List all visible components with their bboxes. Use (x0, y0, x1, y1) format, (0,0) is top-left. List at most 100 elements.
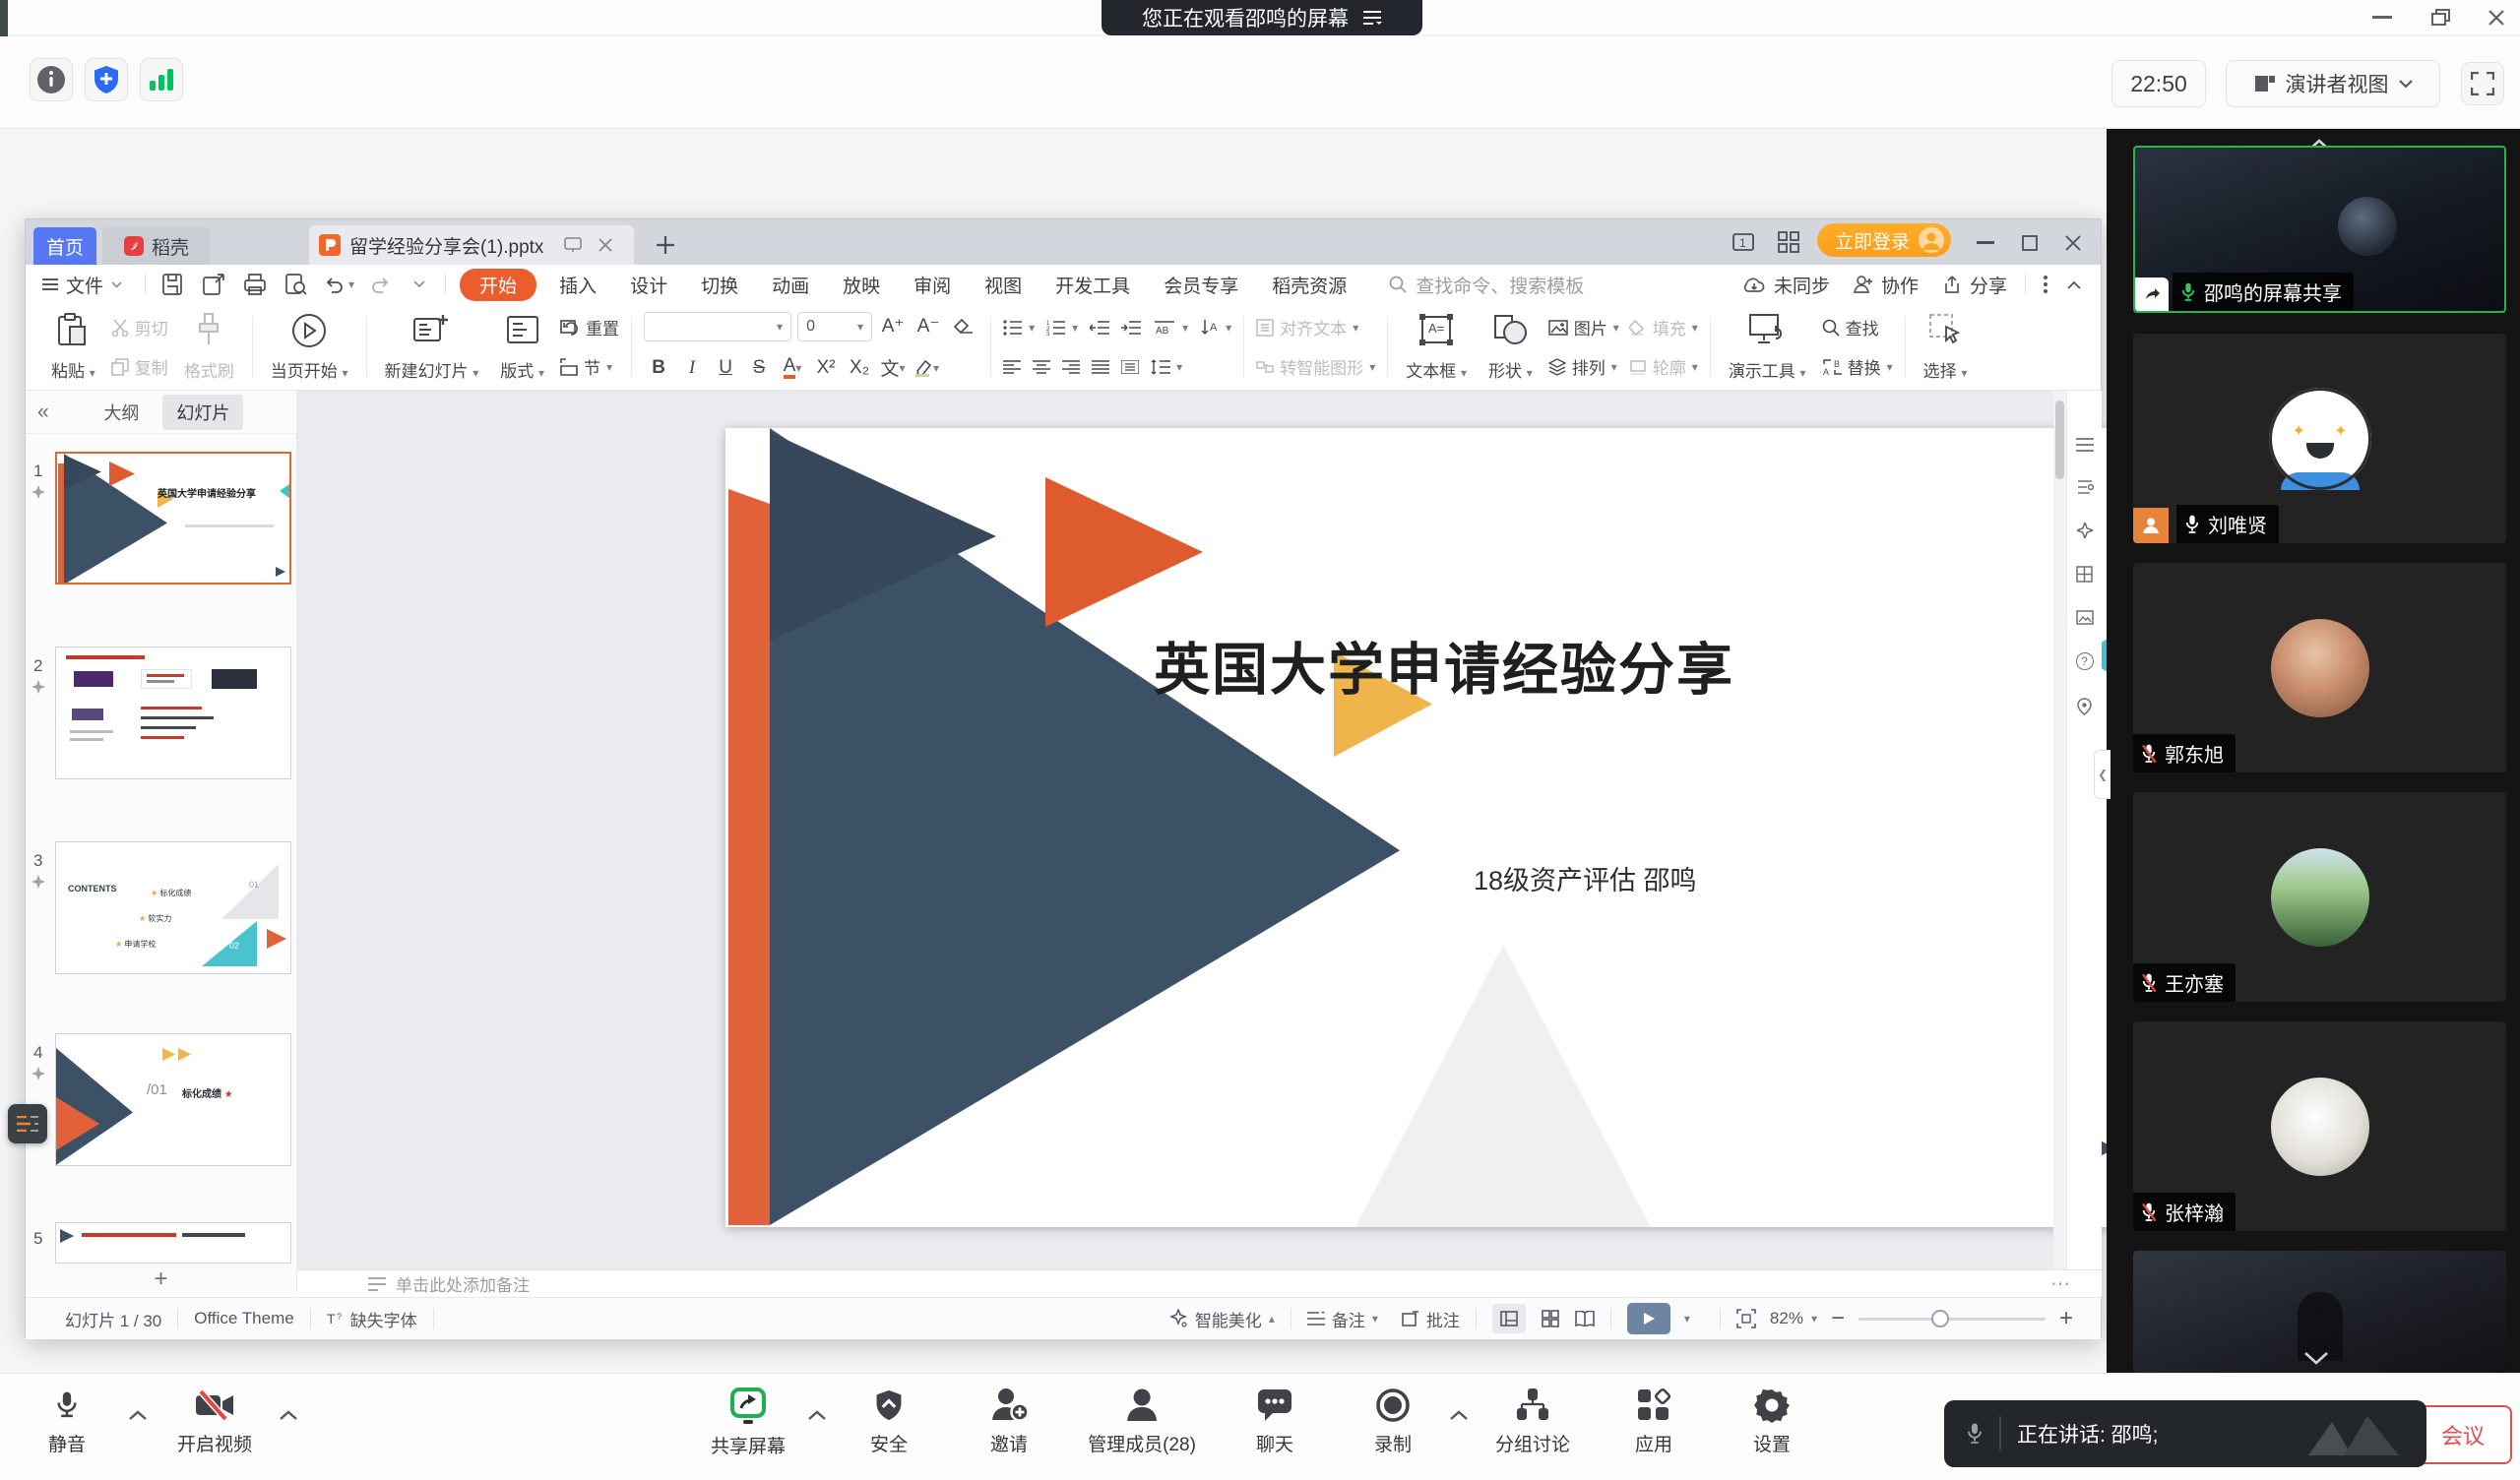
scrollbar-thumb[interactable] (2055, 401, 2064, 479)
slide-thumbnail-5[interactable] (55, 1222, 291, 1264)
increase-font-button[interactable]: A⁺ (878, 312, 908, 341)
bold-button[interactable]: B (644, 353, 673, 383)
quickbar-more-icon[interactable] (413, 280, 425, 288)
align-center-button[interactable] (1033, 351, 1050, 383)
redo-button[interactable] (370, 275, 392, 294)
save-button[interactable] (161, 274, 183, 295)
security-button[interactable]: 安全 (870, 1388, 908, 1456)
slide-subtitle[interactable]: 18级资产评估 邵鸣 (1474, 859, 1697, 897)
participant-tile-3[interactable]: 郭东旭 (2133, 563, 2506, 772)
zoom-level[interactable]: 82% (1770, 1309, 1803, 1328)
window-restore-button[interactable] (2420, 3, 2463, 32)
workspace-grid-icon[interactable] (1778, 231, 1799, 253)
collapse-ribbon-icon[interactable] (2067, 280, 2081, 289)
fill-button[interactable]: 填充 ▾ (1629, 312, 1698, 343)
presentation-tools-button[interactable]: 演示工具 ▾ (1723, 310, 1812, 385)
cut-button[interactable]: 剪切 (111, 312, 168, 343)
banner-menu-icon[interactable] (1362, 10, 1382, 26)
start-video-button[interactable]: 开启视频 (177, 1388, 252, 1456)
font-size-combo[interactable]: 0▾ (797, 312, 872, 341)
participant-tile-4[interactable]: 王亦塞 (2133, 792, 2506, 1002)
outline-button[interactable]: 轮廓 ▾ (1629, 351, 1698, 383)
replace-button[interactable]: AB 替换 ▾ (1822, 351, 1893, 383)
record-options-chevron[interactable] (1449, 1409, 1469, 1421)
zoom-in-button[interactable]: + (2059, 1305, 2073, 1332)
menu-tab-design[interactable]: 设计 (613, 269, 684, 300)
slideshow-options-caret[interactable]: ▾ (1684, 1313, 1690, 1325)
print-button[interactable] (244, 274, 266, 295)
section-button[interactable]: 节 ▾ (560, 351, 619, 383)
subscript-button[interactable]: X₂ (845, 353, 874, 383)
undo-button[interactable]: ▾ (323, 275, 354, 294)
picture-button[interactable]: 图片 ▾ (1548, 312, 1619, 343)
zoom-slider-thumb[interactable] (1931, 1310, 1949, 1327)
menu-tab-review[interactable]: 审阅 (897, 269, 968, 300)
meeting-info-button[interactable] (30, 58, 73, 101)
login-button[interactable]: 立即登录 (1817, 223, 1951, 257)
share-screen-button[interactable]: 共享屏幕 (711, 1388, 786, 1458)
wps-tab-docer[interactable]: 稻壳 (102, 227, 211, 265)
slide-thumbnail-2[interactable] (55, 647, 291, 779)
settings-button[interactable]: 设置 (1753, 1388, 1791, 1456)
current-slide[interactable]: 英国大学申请经验分享 18级资产评估 邵鸣 (725, 428, 2143, 1227)
outline-float-button[interactable] (8, 1104, 47, 1143)
breakout-rooms-button[interactable]: 分组讨论 (1495, 1388, 1570, 1456)
fullscreen-button[interactable] (2461, 62, 2504, 105)
paste-button[interactable]: 粘贴 ▾ (45, 310, 101, 385)
convert-smartart-button[interactable]: 转智能图形 ▾ (1256, 351, 1375, 383)
tab-pin-icon[interactable] (564, 237, 582, 253)
font-family-combo[interactable]: ▾ (644, 312, 791, 341)
reset-slide-button[interactable]: 重置 (560, 312, 619, 343)
share-options-chevron[interactable] (807, 1409, 827, 1421)
participant-tile-6[interactable] (2133, 1251, 2506, 1373)
arrange-button[interactable]: 排列 ▾ (1548, 351, 1619, 383)
text-direction-button[interactable]: A▾ (1200, 312, 1231, 343)
video-options-chevron[interactable] (279, 1409, 298, 1421)
menu-tab-member[interactable]: 会员专享 (1147, 269, 1255, 300)
print-preview-button[interactable] (285, 274, 307, 295)
textbox-button[interactable]: A= 文本框 ▾ (1400, 310, 1473, 385)
find-button[interactable]: 查找 (1822, 312, 1893, 343)
wps-minimize-button[interactable] (1977, 241, 1994, 245)
numbering-button[interactable]: 123▾ (1046, 312, 1078, 343)
command-search[interactable]: 查找命令、搜索模板 (1389, 272, 1584, 298)
scroll-down-icon[interactable] (2303, 1351, 2329, 1365)
apps-button[interactable]: 应用 (1635, 1388, 1672, 1456)
distribute-button[interactable] (1121, 351, 1139, 383)
normal-view-button[interactable] (1492, 1304, 1526, 1333)
phonetic-guide-button[interactable]: 文▾ (878, 353, 908, 383)
strikethrough-button[interactable]: S (744, 353, 774, 383)
align-left-button[interactable] (1003, 351, 1021, 383)
sidebar-collapse-handle[interactable]: ❮ (2094, 750, 2110, 799)
align-text-button[interactable]: 对齐文本 ▾ (1256, 312, 1375, 343)
network-quality-button[interactable] (140, 58, 183, 101)
location-pane-icon[interactable] (2077, 698, 2092, 715)
view-mode-selector[interactable]: 演讲者视图 (2226, 60, 2440, 107)
slide-thumbnail-1[interactable]: 英国大学申请经验分享 (55, 452, 291, 585)
clear-format-button[interactable] (949, 312, 978, 341)
theme-name[interactable]: Office Theme (194, 1309, 293, 1328)
meeting-security-status-button[interactable] (85, 58, 128, 101)
window-close-button[interactable] (2475, 3, 2518, 32)
collapse-panel-button[interactable]: « (37, 401, 49, 424)
underline-button[interactable]: U (711, 353, 740, 383)
fit-slide-icon[interactable] (1736, 1309, 1756, 1328)
menu-tab-transition[interactable]: 切换 (684, 269, 755, 300)
notes-placeholder[interactable]: 单击此处添加备注 (396, 1271, 530, 1296)
mute-options-chevron[interactable] (128, 1409, 148, 1421)
slide-title[interactable]: 英国大学申请经验分享 (1149, 625, 1739, 706)
slide-layout-button[interactable]: 版式 ▾ (494, 310, 550, 385)
smart-beautify-button[interactable]: 智能美化▴ (1168, 1307, 1275, 1331)
menu-tab-devtools[interactable]: 开发工具 (1039, 269, 1147, 300)
italic-button[interactable]: I (677, 353, 707, 383)
missing-font-warning[interactable]: T? 缺失字体 (327, 1307, 417, 1331)
chat-button[interactable]: 聊天 (1256, 1388, 1293, 1456)
window-minimize-button[interactable] (2361, 3, 2404, 32)
play-from-current-button[interactable]: 当页开始 ▾ (265, 310, 354, 385)
participant-tile-2[interactable]: ✦ ✦ 刘唯贤 (2133, 334, 2506, 543)
mute-button[interactable]: 静音 (48, 1388, 86, 1456)
menu-tab-docer-res[interactable]: 稻壳资源 (1255, 269, 1363, 300)
slideshow-button[interactable] (1627, 1303, 1670, 1334)
increase-indent-button[interactable] (1121, 312, 1141, 343)
export-button[interactable] (203, 274, 224, 295)
